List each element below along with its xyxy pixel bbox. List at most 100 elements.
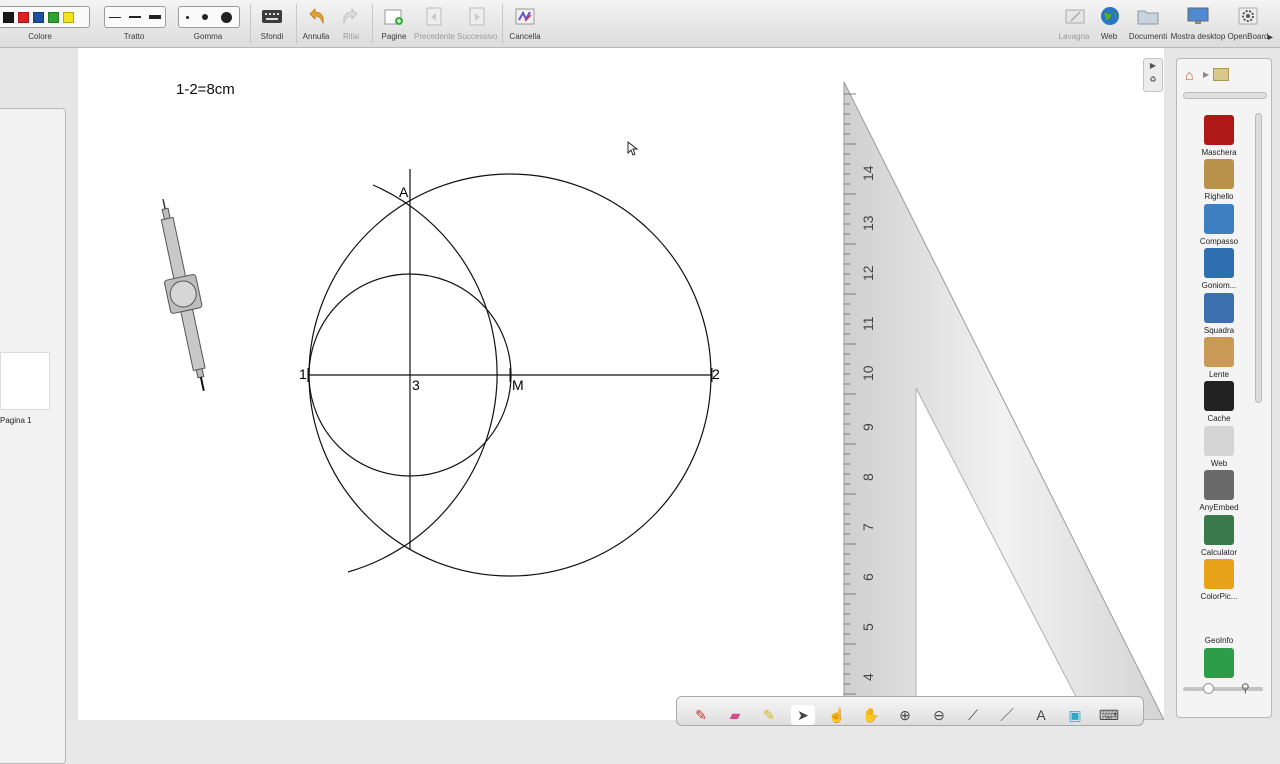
pagine-label: Pagine [381, 32, 407, 41]
magnifier-icon [1204, 337, 1234, 367]
library-item[interactable]: GeoInfo [1185, 603, 1253, 645]
eraser-tool-icon[interactable]: ▰ [723, 705, 747, 725]
lavagna-button[interactable] [1063, 5, 1087, 27]
stroke-thin-button[interactable] [109, 16, 121, 18]
color-swatch-blue[interactable] [33, 11, 44, 23]
library-folder-icon[interactable] [1213, 68, 1229, 81]
line-tool-icon[interactable]: ／ [995, 705, 1019, 725]
show-desktop-button[interactable] [1186, 5, 1210, 27]
hand-tool-icon[interactable]: ✋ [859, 705, 883, 725]
capture-tool-icon[interactable]: ▣ [1063, 705, 1087, 725]
zoom-slider[interactable] [1183, 687, 1263, 691]
monitor-icon [1187, 7, 1209, 24]
library-item[interactable]: Web [1185, 425, 1253, 468]
stroke-medium-button[interactable] [129, 16, 141, 18]
lavagna-label: Lavagna [1058, 32, 1090, 41]
map-pin-icon [1204, 647, 1234, 678]
pen-tool-icon[interactable]: ✎ [689, 705, 713, 725]
mask-icon [1204, 115, 1234, 145]
zoom-in-tool-icon[interactable]: ⊕ [893, 705, 917, 725]
ruler-label: 8 [860, 473, 876, 481]
ruler-label: 12 [860, 265, 876, 281]
library-frame: ⌂ ▶ Maschera Righello Compasso Goniom... Squ… [1176, 58, 1272, 718]
library-item[interactable]: Compasso [1185, 203, 1253, 246]
previous-page-button[interactable] [422, 5, 446, 27]
selector-tool-icon[interactable]: ➤ [791, 705, 815, 725]
highlighter-tool-icon[interactable]: ✎ [757, 705, 781, 725]
point-label-2: 2 [712, 366, 720, 382]
redo-button[interactable] [339, 5, 363, 27]
web-button[interactable] [1098, 5, 1122, 27]
library-item[interactable]: ColorPic... [1185, 559, 1253, 601]
next-page-icon [469, 7, 485, 26]
clear-page-button[interactable] [513, 5, 537, 27]
stroke-thick-button[interactable] [149, 15, 161, 19]
library-item[interactable]: Squadra [1185, 292, 1253, 335]
pages-panel: Pagina 1 ◀▯ [0, 48, 98, 764]
pages-frame: Pagina 1 [0, 108, 66, 764]
eraser-medium-button[interactable] [201, 14, 208, 20]
ruler-label: 10 [860, 365, 876, 381]
zoom-out-tool-icon[interactable]: ⊖ [927, 705, 951, 725]
library-item-label: AnyEmbed [1199, 503, 1239, 513]
virtual-keyboard-icon[interactable]: ⌨ [1097, 705, 1121, 725]
page-thumbnail[interactable] [0, 352, 50, 410]
mostra-desktop-label: Mostra desktop [1170, 32, 1226, 41]
eraser-small-button[interactable] [185, 15, 189, 19]
ruler-label: 6 [860, 573, 876, 581]
eraser-large-button[interactable] [221, 11, 233, 23]
undo-arrow-icon [309, 8, 324, 25]
library-item[interactable]: Maschera [1185, 115, 1253, 157]
library-item[interactable]: Cache [1185, 381, 1253, 423]
ruler-label: 9 [860, 423, 876, 431]
compass-tool[interactable] [153, 193, 213, 398]
sfondi-label: Sfondi [260, 32, 284, 41]
next-page-button[interactable] [465, 5, 489, 27]
zoom-slider-handle[interactable] [1203, 683, 1214, 694]
board-icon [1065, 9, 1085, 24]
color-swatch-red[interactable] [18, 11, 29, 23]
library-item-label: Lente [1208, 370, 1230, 379]
tools-palette: ✎ ▰ ✎ ➤ ☝ ✋ ⊕ ⊖ ⟋ ／ A ▣ ⌨ [676, 696, 1144, 726]
pages-button[interactable] [382, 5, 406, 27]
openboard-settings-button[interactable] [1236, 5, 1260, 27]
library-scrollbar[interactable] [1255, 113, 1262, 403]
interact-tool-icon[interactable]: ☝ [825, 705, 849, 725]
construction-arc [347, 184, 498, 573]
folder-icon [1204, 425, 1234, 456]
toolbar-more-chevron-icon[interactable]: ▸ [1268, 32, 1273, 43]
home-icon[interactable]: ⌂ [1185, 67, 1193, 83]
library-item[interactable]: Goniom... [1185, 248, 1253, 290]
library-item[interactable]: AnyEmbed [1185, 470, 1253, 512]
annulla-label: Annulla [302, 32, 330, 41]
redo-arrow-icon [343, 8, 358, 25]
toolbar-separator [502, 4, 503, 44]
library-item-label: Cache [1207, 414, 1231, 424]
color-swatch-green[interactable] [48, 11, 59, 23]
laser-pointer-tool-icon[interactable]: ⟋ [961, 705, 985, 725]
sfondi-button[interactable] [260, 5, 284, 27]
toolbar-separator [250, 4, 251, 44]
main-toolbar: Colore Tratto Gomma Sfondi Annulla Rifai… [0, 0, 1280, 48]
library-item-label: Goniom... [1201, 281, 1237, 291]
documents-button[interactable] [1136, 5, 1160, 27]
library-item[interactable]: Righello [1185, 159, 1253, 201]
undo-button[interactable] [304, 5, 328, 27]
color-swatch-black[interactable] [3, 11, 14, 23]
globe-icon [1101, 7, 1119, 25]
new-page-icon [384, 9, 403, 25]
library-item[interactable]: Calculator [1185, 514, 1253, 557]
color-palette [0, 6, 90, 28]
collapse-library-button[interactable]: ▶ ♻ [1143, 58, 1163, 92]
text-tool-icon[interactable]: A [1029, 705, 1053, 725]
color-swatch-yellow[interactable] [63, 11, 74, 23]
breadcrumb-scrollbar[interactable] [1183, 92, 1267, 99]
whiteboard-canvas[interactable]: 1-2=8cm 1 2 3 M A 14 13 12 11 10 9 8 7 6… [78, 48, 1164, 720]
embed-icon [1204, 470, 1234, 501]
protractor-icon [1204, 248, 1234, 279]
successivo-label: Successivo [457, 32, 498, 41]
library-item[interactable] [1185, 647, 1253, 681]
library-item[interactable]: Lente [1185, 337, 1253, 379]
zoom-magnifier-icon[interactable]: ⚲ [1241, 681, 1250, 695]
library-icon: ♻ [1149, 75, 1157, 84]
